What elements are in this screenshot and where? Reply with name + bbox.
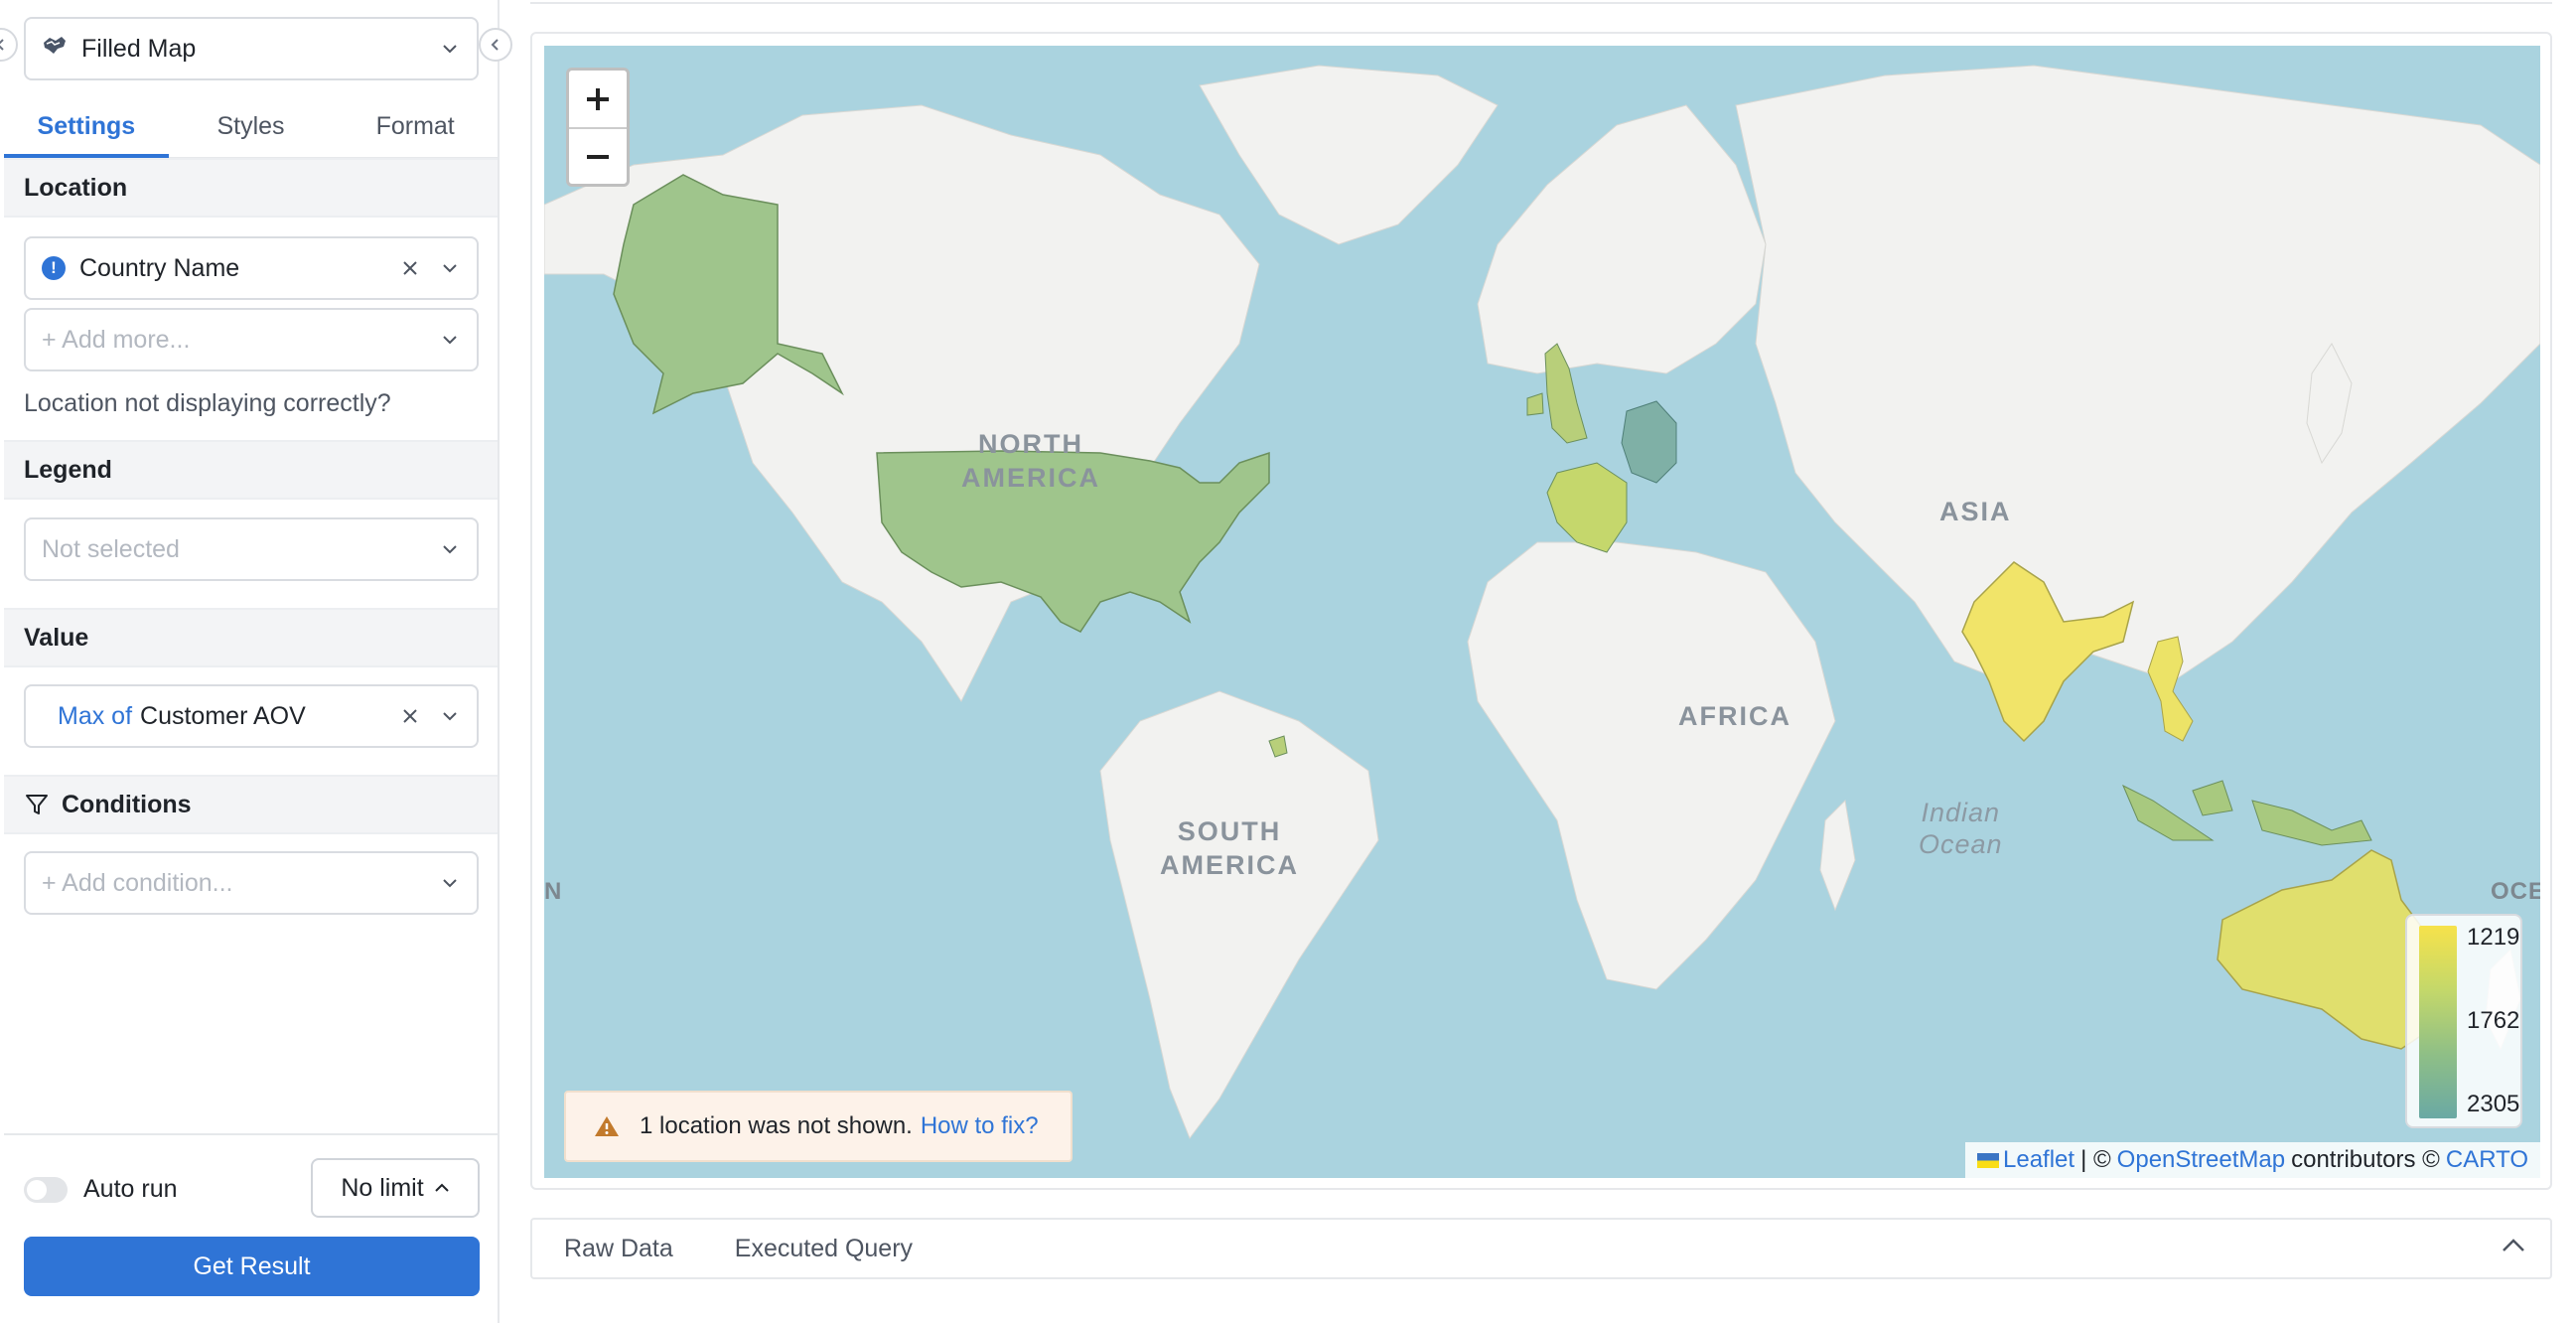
collapse-left-button[interactable]: [0, 28, 18, 62]
legend-value-mid: 1762: [2467, 1007, 2520, 1034]
minus-icon: [587, 154, 609, 159]
auto-run-control[interactable]: Auto run: [24, 1175, 178, 1204]
app-root: Filled Map Settings Styles Format Locati…: [0, 0, 2576, 1323]
land-greenland: [1199, 65, 1499, 245]
legend-field-select[interactable]: Not selected: [24, 517, 479, 581]
country-indonesia: [2122, 780, 2372, 846]
value-field-select[interactable]: Max of Customer AOV: [24, 684, 479, 748]
country-france: [1546, 462, 1628, 553]
filled-map[interactable]: NORTH AMERICA SOUTH AMERICA AFRICA ASIA …: [544, 46, 2540, 1178]
visualization-card: NORTH AMERICA SOUTH AMERICA AFRICA ASIA …: [530, 32, 2552, 1190]
filter-icon: [26, 795, 48, 814]
label-north-america: NORTH AMERICA: [961, 429, 1100, 493]
legend-value-min: 1219: [2467, 924, 2520, 951]
conditions-section-title: Conditions: [62, 790, 192, 818]
label-south-america: SOUTH AMERICA: [1160, 816, 1299, 880]
land-europe: [1477, 104, 1767, 374]
location-not-shown-notice: 1 location was not shown. How to fix?: [564, 1091, 1073, 1162]
ukraine-flag-icon: [1977, 1153, 2000, 1169]
auto-run-label: Auto run: [83, 1175, 178, 1203]
label-indian-ocean: Indian Ocean: [1919, 798, 2003, 859]
add-location-placeholder: + Add more...: [42, 325, 191, 354]
tab-styles[interactable]: Styles: [169, 95, 334, 157]
legend-gradient: [2419, 926, 2457, 1118]
add-location-select[interactable]: + Add more...: [24, 308, 479, 371]
chevron-down-icon: [439, 38, 461, 60]
attribution-contributors: contributors ©: [2291, 1146, 2440, 1173]
zoom-out-button[interactable]: [569, 127, 627, 184]
row-limit-button[interactable]: No limit: [311, 1158, 480, 1218]
land-madagascar: [1819, 799, 1856, 912]
settings-panel: Filled Map Settings Styles Format Locati…: [0, 0, 500, 1323]
color-legend: 1219 1762 2305: [2405, 914, 2522, 1128]
map-canvas: [544, 65, 2540, 1140]
legend-placeholder: Not selected: [42, 534, 180, 563]
row-limit-label: No limit: [341, 1173, 424, 1202]
label-africa: AFRICA: [1678, 701, 1791, 731]
value-field-name: Customer AOV: [140, 701, 306, 730]
clear-location-button[interactable]: [399, 257, 421, 279]
chevron-left-icon: [0, 39, 4, 51]
legend-section-title: Legend: [4, 440, 498, 500]
notice-text: 1 location was not shown.: [640, 1112, 913, 1139]
top-divider: [530, 0, 2552, 4]
land-south-america: [1099, 690, 1379, 1140]
visualization-type-label: Filled Map: [81, 34, 197, 63]
zoom-control: [566, 68, 630, 187]
get-result-button[interactable]: Get Result: [24, 1237, 480, 1296]
clear-value-button[interactable]: [399, 705, 421, 727]
chevron-up-icon: [434, 1183, 449, 1192]
chevron-left-icon: [491, 39, 499, 51]
close-icon: [403, 261, 417, 275]
chevron-up-icon: [2503, 1239, 2524, 1251]
conditions-section: Conditions: [4, 775, 498, 834]
chevron-down-icon: [439, 705, 461, 727]
visualization-type-select[interactable]: Filled Map: [24, 17, 479, 80]
warning-icon: [595, 1116, 619, 1136]
land-africa: [1467, 541, 1836, 990]
collapse-panel-button[interactable]: [479, 28, 512, 62]
carto-link[interactable]: CARTO: [2446, 1146, 2528, 1174]
tab-settings[interactable]: Settings: [4, 95, 169, 159]
legend-value-max: 2305: [2467, 1091, 2520, 1117]
location-field-select[interactable]: ! Country Name: [24, 236, 479, 300]
chevron-down-icon: [439, 872, 461, 894]
label-edge-right: OCE: [2491, 878, 2540, 905]
attribution-separator: | ©: [2080, 1146, 2111, 1173]
label-asia: ASIA: [1939, 497, 2012, 526]
value-field-label: Max of Customer AOV: [42, 702, 399, 731]
close-icon: [403, 709, 417, 723]
location-help-link[interactable]: Location not displaying correctly?: [24, 389, 391, 418]
info-alert-icon: !: [42, 256, 66, 280]
location-section-title: Location: [4, 158, 498, 218]
tab-raw-data[interactable]: Raw Data: [564, 1235, 673, 1263]
map-attribution: Leaflet | © OpenStreetMap contributors ©…: [1965, 1142, 2540, 1178]
settings-tabs: Settings Styles Format: [4, 95, 498, 159]
expand-results-button[interactable]: [2501, 1238, 2526, 1258]
chevron-down-icon: [439, 257, 461, 279]
leaflet-label: Leaflet: [2003, 1146, 2075, 1173]
tab-executed-query[interactable]: Executed Query: [735, 1235, 913, 1263]
how-to-fix-link[interactable]: How to fix?: [921, 1112, 1039, 1140]
openstreetmap-link[interactable]: OpenStreetMap: [2117, 1146, 2285, 1174]
value-section-title: Value: [4, 608, 498, 667]
panel-footer: Auto run No limit Get Result: [4, 1133, 498, 1323]
country-germany: [1621, 400, 1677, 484]
auto-run-toggle[interactable]: [24, 1176, 68, 1203]
aggregation-label: Max of: [58, 701, 133, 730]
plus-icon: [587, 87, 609, 110]
land-asia: [1735, 65, 2540, 682]
add-condition-placeholder: + Add condition...: [42, 868, 233, 897]
tab-format[interactable]: Format: [333, 95, 498, 157]
location-field-label: Country Name: [79, 253, 240, 282]
filled-map-icon: [42, 35, 68, 64]
leaflet-link[interactable]: Leaflet: [1977, 1146, 2075, 1174]
zoom-in-button[interactable]: [569, 71, 627, 127]
chevron-down-icon: [439, 538, 461, 560]
chevron-down-icon: [439, 329, 461, 351]
result-tabs-bar: Raw Data Executed Query: [530, 1218, 2552, 1279]
label-edge-left: N: [544, 878, 563, 905]
add-condition-select[interactable]: + Add condition...: [24, 851, 479, 915]
